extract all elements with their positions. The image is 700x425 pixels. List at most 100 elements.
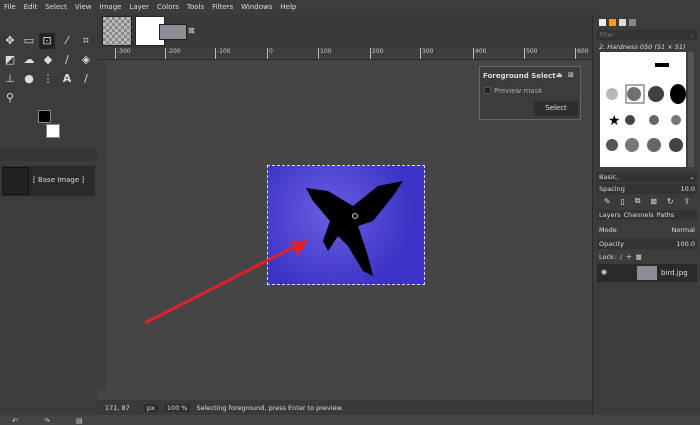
select-button[interactable]: Select [534,101,578,116]
refresh-icon[interactable]: ↻ [667,197,674,206]
ruler-label: -300 [115,48,131,59]
close-tab-icon[interactable]: ⊠ [188,26,195,35]
close-icon[interactable]: ⊠ [568,71,574,79]
eraser-tool-icon[interactable]: ◈ [78,52,94,68]
warp-tool-icon[interactable]: ☁ [21,52,37,68]
menu-view[interactable]: View [75,3,92,11]
mode-label: Mode [599,226,617,234]
layer-label: [ Base Image ] [33,176,85,184]
delete-icon[interactable]: ▤ [76,417,83,425]
open-as-image-icon[interactable]: ⇪ [683,197,690,206]
layer-name: bird.jpg [661,269,688,277]
filter-placeholder: filter [599,31,615,39]
brush-name: 2. Hardness 050 (51 × 51) [599,43,686,51]
ruler-label: 0 [267,48,273,59]
menu-select[interactable]: Select [45,3,67,11]
rect-select-tool-icon[interactable]: ▭ [21,33,37,49]
duplicate-brush-icon[interactable]: ⧉ [635,196,641,206]
path-tool-icon[interactable]: ⋮ [40,71,56,87]
dock-tabs [0,149,97,161]
menu-filters[interactable]: Filters [212,3,233,11]
paintbrush-tool-icon[interactable]: / [59,52,75,68]
move-tool-icon[interactable]: ✥ [2,33,18,49]
brush-preset-select[interactable]: Basic, ⌄ [597,172,697,182]
brush-scrollbar[interactable] [688,52,694,167]
brushes-tab[interactable] [599,18,606,26]
lock-pixels-icon[interactable]: / [620,253,622,261]
fonts-tab[interactable] [619,18,626,26]
spacing-slider[interactable]: Spacing 10.0 [597,184,697,194]
horizontal-ruler: -300 -200 -100 0 100 200 300 400 500 600 [97,48,592,60]
ruler-label: 200 [370,48,383,59]
preset-label: Basic, [599,173,619,181]
menu-bar: File Edit Select View Image Layer Colors… [0,0,700,14]
foreground-select-tool-icon[interactable]: ⊡ [39,33,55,49]
smudge-tool-icon[interactable]: ● [21,71,37,87]
tab-layers[interactable]: Layers [599,211,621,219]
new-brush-icon[interactable]: ▯ [620,197,624,206]
dialog-title: Foreground Select [483,72,556,80]
menu-colors[interactable]: Colors [157,3,179,11]
brush-actions: ✎ ▯ ⧉ ⊠ ↻ ⇪ [597,196,697,206]
image-tab-bird[interactable] [159,24,187,40]
svg-text:★: ★ [608,113,621,129]
layer-row[interactable]: ◉ bird.jpg [597,264,697,282]
opacity-value: 100.0 [676,240,695,248]
undo-icon[interactable]: ↶ [12,417,18,425]
transform-tool-icon[interactable]: ◩ [2,52,18,68]
spacing-label: Spacing [599,185,625,193]
zoom-select[interactable]: 100 % [163,403,191,412]
menu-windows[interactable]: Windows [241,3,272,11]
foreground-select-dialog: Foreground Select ⏏ ⊠ Preview mask Selec… [479,66,581,120]
brush-grid[interactable]: ★ [600,52,686,167]
preview-mask-label: Preview mask [494,87,543,95]
menu-edit[interactable]: Edit [24,3,38,11]
fuzzy-select-tool-icon[interactable]: ⁄ [59,33,75,49]
lock-row: Lock: / ✛ ▦ [597,252,697,262]
lock-alpha-icon[interactable]: ▦ [636,253,642,261]
ruler-label: 100 [318,48,331,59]
preview-mask-checkbox[interactable] [484,87,491,94]
visibility-eye-icon[interactable]: ◉ [601,268,607,276]
status-bar: 171, 87 px 100 % Selecting foreground, p… [97,400,592,415]
menu-image[interactable]: Image [100,3,122,11]
lock-label: Lock: [599,253,617,261]
color-picker-tool-icon[interactable]: / [78,71,94,87]
right-dock: filter ⌄ 2. Hardness 050 (51 × 51) ★ Basi… [592,14,700,415]
tab-channels[interactable]: Channels [624,211,654,219]
clone-tool-icon[interactable]: ⊥ [2,71,18,87]
layer-thumbnail [637,266,657,280]
lock-position-icon[interactable]: ✛ [626,253,631,261]
image-list-item[interactable]: [ Base Image ] [1,166,95,196]
unit-select[interactable]: px [143,403,158,412]
zoom-tool-icon[interactable]: ⚲ [2,90,18,106]
vertical-ruler [97,60,106,390]
menu-layer[interactable]: Layer [129,3,149,11]
crop-tool-icon[interactable]: ⌗ [78,33,94,49]
bucket-fill-tool-icon[interactable]: ◆ [40,52,56,68]
patterns-tab[interactable] [609,18,616,26]
background-color-swatch[interactable] [46,124,60,138]
ruler-label: 300 [420,48,433,59]
layer-thumbnail [3,167,29,195]
ruler-label: 400 [473,48,486,59]
foreground-color-swatch[interactable] [38,110,51,123]
edit-brush-icon[interactable]: ✎ [604,197,611,206]
ruler-label: -100 [215,48,231,59]
document-history-tab[interactable] [629,18,636,26]
brush-tabs [597,17,697,27]
opacity-slider[interactable]: Opacity 100.0 [597,239,697,249]
menu-help[interactable]: Help [280,3,296,11]
reset-icon[interactable]: ⏏ [556,71,563,79]
redo-icon[interactable]: ↷ [44,417,50,425]
menu-tools[interactable]: Tools [187,3,204,11]
image-tab-cat[interactable] [102,16,132,46]
menu-file[interactable]: File [4,3,16,11]
delete-brush-icon[interactable]: ⊠ [650,197,657,206]
mode-select[interactable]: Normal [671,226,695,234]
text-tool-icon[interactable]: A [59,71,75,87]
red-arrow [144,240,308,325]
brush-filter-input[interactable]: filter ⌄ [597,30,697,40]
spacing-value: 10.0 [680,185,695,193]
tab-paths[interactable]: Paths [657,211,675,219]
